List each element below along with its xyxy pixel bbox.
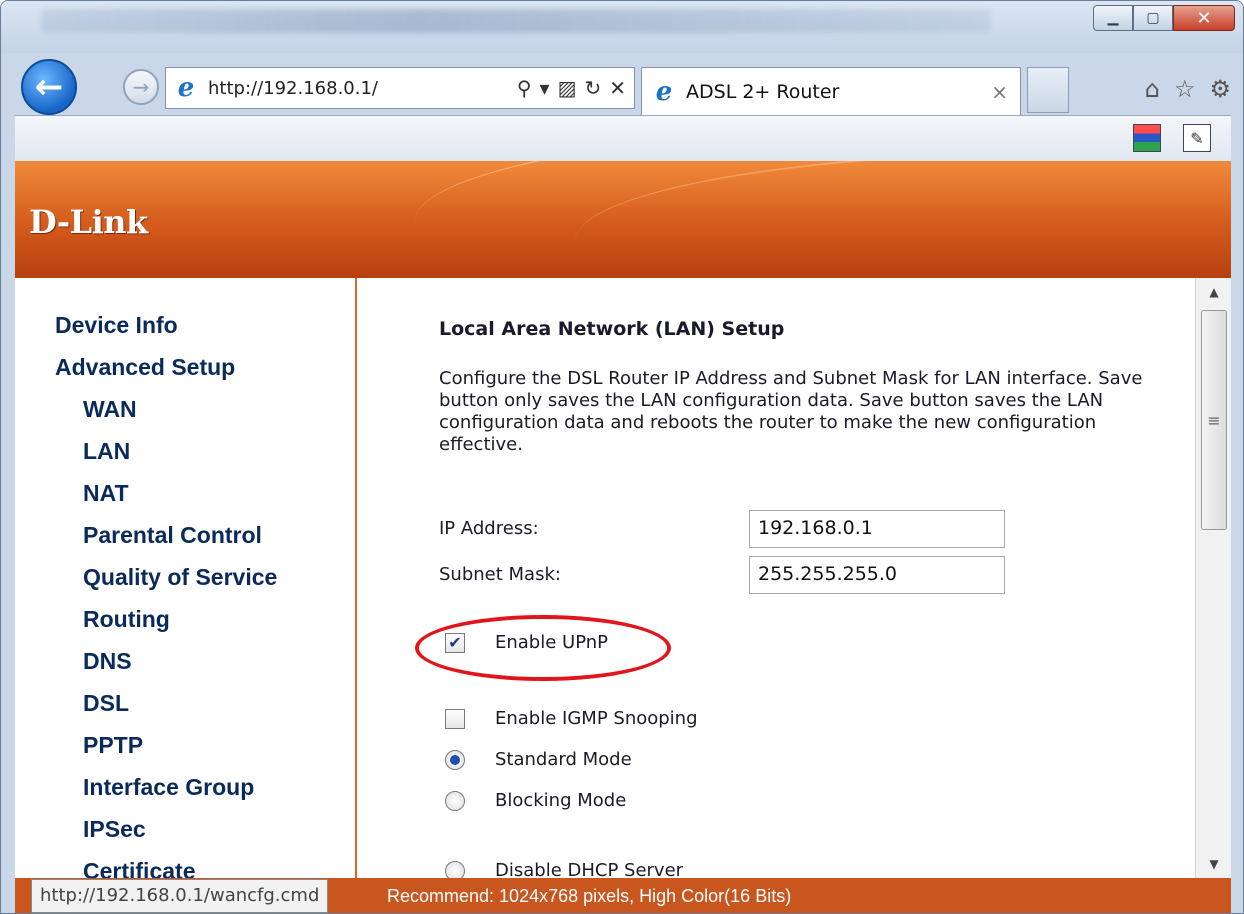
command-bar: ✎ [15,115,1231,161]
compat-icon[interactable]: ✎ [1183,124,1211,152]
forward-icon[interactable]: → [123,69,159,105]
page-description: Configure the DSL Router IP Address and … [439,368,1143,455]
scrollbar-thumb[interactable]: ≡ [1201,310,1227,530]
dlink-logo: D-Link [29,203,148,241]
stop-icon[interactable]: ✕ [609,76,626,100]
blocking-mode-label: Blocking Mode [495,790,627,811]
vertical-scrollbar[interactable]: ▲ ≡ ▼ [1195,278,1231,878]
sidebar-item-lan[interactable]: LAN [55,440,277,482]
ip-address-label: IP Address: [439,518,539,539]
sidebar-item-dsl[interactable]: DSL [55,692,277,734]
sidebar-item-parental-control[interactable]: Parental Control [55,524,277,566]
ie-icon: e [177,73,195,103]
close-button[interactable]: ✕ [1173,5,1235,31]
sidebar-item-quality-of-service[interactable]: Quality of Service [55,566,277,608]
gear-icon[interactable]: ⚙ [1209,75,1231,103]
new-tab-button[interactable] [1027,67,1069,113]
tab-title: ADSL 2+ Router [686,80,840,103]
command-bar-icons: ✎ [1133,124,1211,152]
sidebar-item-pptp[interactable]: PPTP [55,734,277,776]
sidebar-item-nat[interactable]: NAT [55,482,277,524]
blurred-window-title [41,9,991,33]
scroll-down-arrow-icon[interactable]: ▼ [1196,850,1231,878]
blocking-mode-radio[interactable] [445,790,465,811]
standard-mode-option[interactable]: Standard Mode [445,749,632,770]
address-url[interactable]: http://192.168.0.1/ [208,78,517,99]
tab-close-icon[interactable]: × [991,80,1020,104]
browser-window: ▁ ▢ ✕ ← → e http://192.168.0.1/ ⚲ ▾ ▨ ↻ … [0,0,1244,914]
compat-view-icon[interactable]: ▨ [558,76,577,100]
maximize-button[interactable]: ▢ [1133,5,1173,31]
sidebar-item-wan[interactable]: WAN [55,398,277,440]
feeds-icon[interactable] [1133,124,1161,152]
main-content: Local Area Network (LAN) Setup Configure… [359,278,1195,881]
sidebar: Device Info Advanced Setup WAN LAN NAT Parent… [15,278,357,913]
igmp-option[interactable]: Enable IGMP Snooping [445,708,698,729]
router-page: D-Link Device Info Advanced Setup WAN LAN NA… [15,161,1231,913]
red-annotation-circle [415,615,671,681]
browser-toolbar-icons: ⌂ ☆ ⚙ [1145,75,1231,103]
footer-text: Recommend: 1024x768 pixels, High Color(1… [387,886,792,906]
dropdown-icon[interactable]: ▾ [540,76,550,100]
sidebar-item-routing[interactable]: Routing [55,608,277,650]
tab-router[interactable]: e ADSL 2+ Router × [641,67,1021,115]
home-icon[interactable]: ⌂ [1145,75,1160,103]
sidebar-item-interface-group[interactable]: Interface Group [55,776,277,818]
sidebar-item-dns[interactable]: DNS [55,650,277,692]
subnet-mask-input[interactable]: 255.255.255.0 [749,556,1005,594]
blocking-mode-option[interactable]: Blocking Mode [445,790,626,811]
subnet-mask-label: Subnet Mask: [439,564,561,585]
search-icon[interactable]: ⚲ [517,76,532,100]
page-title: Local Area Network (LAN) Setup [439,318,785,340]
minimize-button[interactable]: ▁ [1093,5,1133,31]
radio-selected-dot [450,754,460,765]
address-bar[interactable]: e http://192.168.0.1/ ⚲ ▾ ▨ ↻ ✕ [165,67,635,109]
brand-banner: D-Link [15,161,1231,278]
ip-address-input[interactable]: 192.168.0.1 [749,510,1005,548]
standard-mode-label: Standard Mode [495,749,632,770]
back-icon[interactable]: ← [21,59,77,115]
title-bar: ▁ ▢ ✕ [1,1,1243,53]
sidebar-menu: Device Info Advanced Setup WAN LAN NAT Parent… [55,314,277,902]
ie-tab-icon: e [655,76,673,107]
refresh-icon[interactable]: ↻ [584,76,601,100]
sidebar-item-advanced-setup[interactable]: Advanced Setup [55,356,277,398]
scroll-up-arrow-icon[interactable]: ▲ [1196,278,1231,306]
igmp-checkbox[interactable] [445,708,465,729]
favorites-icon[interactable]: ☆ [1174,75,1196,103]
sidebar-item-device-info[interactable]: Device Info [55,314,277,356]
status-bar-url: http://192.168.0.1/wancfg.cmd [31,879,329,913]
address-actions: ⚲ ▾ ▨ ↻ ✕ [517,76,634,100]
sidebar-item-ipsec[interactable]: IPSec [55,818,277,860]
navigation-row: ← → e http://192.168.0.1/ ⚲ ▾ ▨ ↻ ✕ e AD… [1,53,1243,115]
window-controls: ▁ ▢ ✕ [1093,5,1235,33]
igmp-label: Enable IGMP Snooping [495,708,698,729]
standard-mode-radio[interactable] [445,749,465,770]
